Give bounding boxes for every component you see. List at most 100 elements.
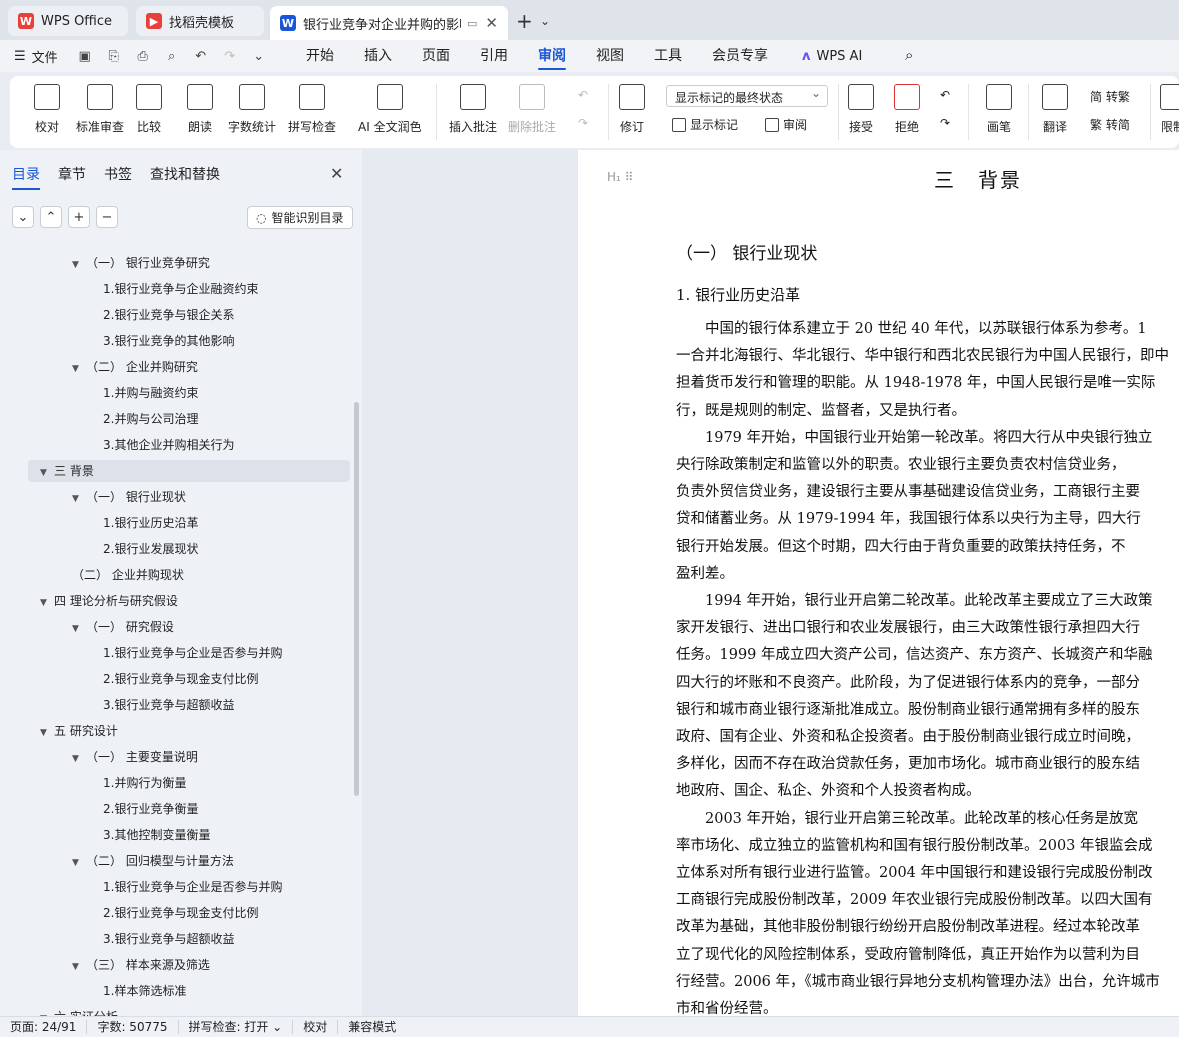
pen-button[interactable]: 画笔 (986, 84, 1012, 135)
menu-tab-insert[interactable]: 插入 (364, 40, 392, 72)
proof-status[interactable]: 校对 (293, 1020, 339, 1034)
file-menu[interactable]: ☰ 文件 (14, 47, 58, 66)
accept-button[interactable]: 接受 (848, 84, 874, 135)
toc-item[interactable]: 2.并购与公司治理 (103, 408, 198, 430)
menu-tab-tools[interactable]: 工具 (654, 40, 682, 72)
toc-item[interactable]: ▼ 四 理论分析与研究假设 (40, 590, 178, 612)
ai-polish-button[interactable]: AI 全文润色 (358, 84, 422, 135)
menu-tab-review[interactable]: 审阅 (538, 40, 566, 72)
spell-check-status[interactable]: 拼写检查: 打开 ⌄ (179, 1020, 294, 1034)
toc-item[interactable]: ▼ 三 背景 (28, 460, 350, 482)
toc-item[interactable]: 1.并购与融资约束 (103, 382, 198, 404)
show-markup-button[interactable]: 显示标记 (672, 116, 738, 133)
toc-item[interactable]: 1.银行业竞争与企业是否参与并购 (103, 876, 282, 898)
expand-arrow-icon[interactable]: ▼ (40, 592, 54, 614)
expand-arrow-icon[interactable]: ▼ (40, 722, 54, 744)
toc-item[interactable]: ▼六 实证分析 (40, 1006, 118, 1016)
toc-item[interactable]: ▼ （一） 银行业竞争研究 (72, 252, 210, 274)
expand-arrow-icon[interactable]: ▼ (72, 956, 86, 978)
standard-review-button[interactable]: 标准审查 (76, 84, 124, 135)
prev-comment-icon[interactable]: ↶ (578, 88, 588, 102)
toc-item[interactable]: 3.银行业竞争与超额收益 (103, 694, 234, 716)
delete-comment-button[interactable]: 删除批注 (508, 84, 556, 135)
print-icon[interactable]: ⎙ (134, 47, 152, 65)
menu-tab-page[interactable]: 页面 (422, 40, 450, 72)
chevron-down-icon[interactable]: ⌄ (540, 14, 550, 28)
toc-item[interactable]: 3.其他控制变量衡量 (103, 824, 210, 846)
toc-item[interactable]: ▼ （一） 主要变量说明 (72, 746, 198, 768)
print-preview-icon[interactable]: ⌕ (163, 47, 181, 65)
spell-check-button[interactable]: 拼写检查 (288, 84, 336, 135)
toc-item[interactable]: ▼ （三） 样本来源及筛选 (72, 954, 210, 976)
to-traditional-button[interactable]: 简 转繁 (1090, 88, 1130, 105)
toc-item[interactable]: 1.银行业历史沿革 (103, 512, 198, 534)
to-simplified-button[interactable]: 繁 转简 (1090, 116, 1130, 133)
move-down-icon[interactable]: ⌄ (12, 206, 34, 228)
remove-heading-icon[interactable]: − (96, 206, 118, 228)
toc-item[interactable]: 1.银行业竞争与企业融资约束 (103, 278, 258, 300)
next-comment-icon[interactable]: ↷ (578, 116, 588, 130)
toc-item[interactable]: 2.银行业竞争与现金支付比例 (103, 902, 258, 924)
review-pane-button[interactable]: 审阅 (765, 116, 807, 133)
monitor-icon[interactable]: ▭ (467, 17, 477, 30)
compare-button[interactable]: 比较 (136, 84, 162, 135)
close-tab-icon[interactable]: ✕ (485, 14, 498, 32)
menu-tab-member[interactable]: 会员专享 (712, 40, 768, 72)
toc-item[interactable]: 2.银行业竞争与银企关系 (103, 304, 234, 326)
expand-arrow-icon[interactable]: ▼ (72, 358, 86, 380)
add-heading-icon[interactable]: + (68, 206, 90, 228)
proof-button[interactable]: 校对 (34, 84, 60, 135)
toc-item[interactable]: ▼ 五 研究设计 (40, 720, 118, 742)
nav-tab-sections[interactable]: 章节 (58, 164, 86, 190)
search-icon[interactable]: ⌕ (905, 46, 913, 64)
toc-item[interactable]: 3.银行业竞争与超额收益 (103, 928, 234, 950)
tab-wps-office[interactable]: W WPS Office (8, 6, 128, 36)
redo-icon[interactable]: ↷ (221, 47, 239, 65)
close-pane-icon[interactable]: ✕ (330, 164, 343, 183)
heading-handle-icon[interactable]: H₁ ⠿ (607, 170, 633, 184)
read-aloud-button[interactable]: 朗读 (187, 84, 213, 135)
toc-item[interactable]: 1.银行业竞争与企业是否参与并购 (103, 642, 282, 664)
tab-template[interactable]: ▶ 找稻壳模板 (136, 6, 264, 36)
prev-change-icon[interactable]: ↶ (940, 88, 950, 102)
track-changes-button[interactable]: 修订 (619, 84, 645, 135)
move-up-icon[interactable]: ⌃ (40, 206, 62, 228)
export-icon[interactable]: ⎘ (105, 47, 123, 65)
toc-scrollbar[interactable] (354, 402, 359, 796)
nav-tab-find-replace[interactable]: 查找和替换 (150, 164, 220, 190)
toc-item[interactable]: （二） 企业并购现状 (72, 564, 184, 586)
tab-document[interactable]: W 银行业竞争对企业并购的影响 ▭ ✕ (270, 6, 508, 40)
wps-ai-button[interactable]: ᴧ WPS AI (802, 49, 862, 64)
insert-comment-button[interactable]: 插入批注 (449, 84, 497, 135)
menu-tab-view[interactable]: 视图 (596, 40, 624, 72)
nav-tab-bookmarks[interactable]: 书签 (104, 164, 132, 190)
expand-arrow-icon[interactable]: ▼ (72, 852, 86, 874)
toc-item[interactable]: 1.并购行为衡量 (103, 772, 186, 794)
smart-toc-button[interactable]: ◌ 智能识别目录 (247, 206, 353, 229)
next-change-icon[interactable]: ↷ (940, 116, 950, 130)
customize-chevron-icon[interactable]: ⌄ (250, 47, 268, 65)
nav-tab-toc[interactable]: 目录 (12, 164, 40, 190)
menu-tab-home[interactable]: 开始 (306, 40, 334, 72)
toc-item[interactable]: 3.其他企业并购相关行为 (103, 434, 234, 456)
toc-item[interactable]: 3.银行业竞争的其他影响 (103, 330, 234, 352)
expand-arrow-icon[interactable]: ▼ (40, 462, 54, 484)
expand-arrow-icon[interactable]: ▼ (40, 1008, 54, 1016)
expand-arrow-icon[interactable]: ▼ (72, 748, 86, 770)
expand-arrow-icon[interactable]: ▼ (72, 254, 86, 276)
toc-item[interactable]: ▼ （一） 研究假设 (72, 616, 174, 638)
translate-button[interactable]: 翻译 (1042, 84, 1068, 135)
menu-tab-references[interactable]: 引用 (480, 40, 508, 72)
toc-item[interactable]: ▼ （一） 银行业现状 (72, 486, 186, 508)
document-page[interactable]: H₁ ⠿ 三 背景 （一） 银行业现状 1. 银行业历史沿革 中国的银行体系建立… (578, 150, 1179, 1016)
toc-item[interactable]: 2.银行业发展现状 (103, 538, 198, 560)
markup-mode-select[interactable]: 显示标记的最终状态 (666, 85, 828, 107)
expand-arrow-icon[interactable]: ▼ (72, 488, 86, 510)
undo-icon[interactable]: ↶ (192, 47, 210, 65)
toc-item[interactable]: ▼ （二） 回归模型与计量方法 (72, 850, 234, 872)
page-indicator[interactable]: 页面: 24/91 (0, 1020, 88, 1034)
toc-item[interactable]: 2.银行业竞争衡量 (103, 798, 198, 820)
word-count-button[interactable]: 字数统计 (228, 84, 276, 135)
new-tab-icon[interactable]: + (516, 9, 533, 33)
toc-item[interactable]: ▼ （二） 企业并购研究 (72, 356, 198, 378)
